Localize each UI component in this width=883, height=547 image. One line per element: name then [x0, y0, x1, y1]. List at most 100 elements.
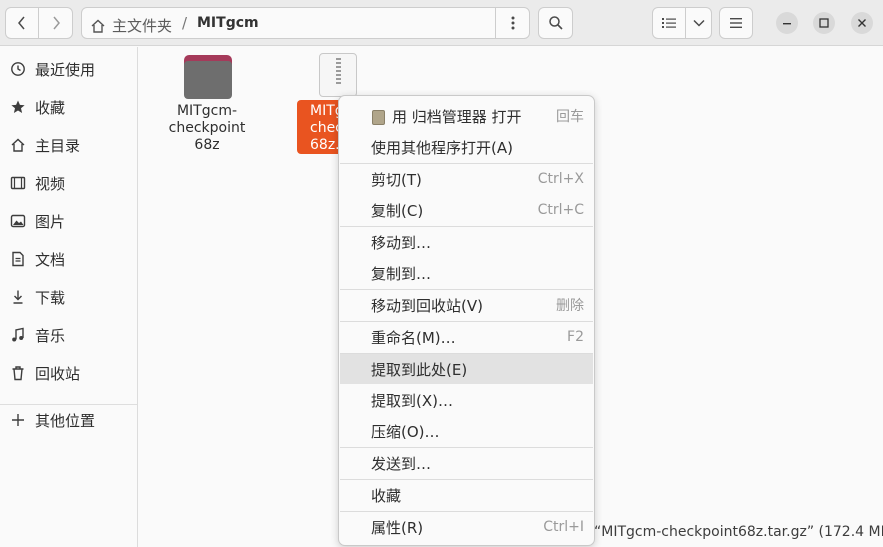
menu-item-send-to[interactable]: 发送到…: [340, 448, 593, 478]
chevron-left-icon: [18, 16, 25, 30]
menu-item-label: 属性(R): [371, 518, 424, 537]
menu-item-extract-to[interactable]: 提取到(X)…: [340, 385, 593, 415]
menu-item-accel: 回车: [556, 109, 584, 125]
sidebar-item-label: 主目录: [35, 136, 81, 155]
sidebar-item-label: 回收站: [35, 364, 81, 383]
folder-name: MITgcm- checkpoint 68z: [168, 103, 246, 153]
sidebar-item-label: 视频: [35, 174, 66, 193]
path-menu-button[interactable]: [496, 8, 530, 38]
menu-item-label: 发送到…: [371, 454, 432, 473]
forward-button[interactable]: [38, 7, 73, 39]
sidebar-item-label: 下载: [35, 288, 66, 307]
sidebar-item-label: 文档: [35, 250, 66, 269]
music-icon: [10, 327, 26, 343]
menu-item-cut[interactable]: 剪切(T) Ctrl+X: [340, 164, 593, 194]
menu-item-label: 提取到(X)…: [371, 391, 453, 410]
sidebar-item-starred[interactable]: 收藏: [0, 90, 137, 124]
menu-item-copy[interactable]: 复制(C) Ctrl+C: [340, 195, 593, 225]
download-icon: [10, 289, 26, 305]
back-button[interactable]: [5, 7, 39, 39]
sidebar-item-videos[interactable]: 视频: [0, 166, 137, 200]
chevron-down-icon: [692, 19, 705, 27]
hamburger-menu-icon: [730, 18, 742, 28]
close-button[interactable]: [851, 12, 873, 34]
sidebar: 最近使用 收藏 主目录 视频 图片 文档 下载 音乐 回收站 其他位置: [0, 47, 138, 547]
sidebar-item-home[interactable]: 主目录: [0, 128, 137, 162]
document-icon: [10, 251, 26, 267]
film-icon: [10, 175, 26, 191]
menu-item-label: 移动到…: [371, 233, 432, 252]
menu-item-compress[interactable]: 压缩(O)…: [340, 416, 593, 446]
menu-item-accel: 删除: [556, 298, 584, 314]
list-icon: [662, 18, 676, 28]
star-icon: [10, 99, 26, 115]
search-button[interactable]: [538, 7, 573, 39]
status-bar: “MITgcm-checkpoint68z.tar.gz” (172.4 MB): [590, 524, 883, 546]
maximize-button[interactable]: [813, 12, 835, 34]
menu-item-move-to-trash[interactable]: 移动到回收站(V) 删除: [340, 290, 593, 320]
menu-item-label: 收藏: [371, 486, 402, 505]
menu-item-label: 压缩(O)…: [371, 422, 440, 441]
menu-item-label: 复制(C): [371, 201, 424, 220]
chevron-right-icon: [52, 16, 60, 30]
path-separator: /: [182, 14, 188, 32]
header-bar: 主文件夹 / MITgcm: [0, 0, 883, 46]
menu-item-open-with-archive-manager[interactable]: 用 归档管理器 打开 回车: [340, 101, 593, 131]
sidebar-item-pictures[interactable]: 图片: [0, 204, 137, 238]
image-icon: [10, 213, 26, 229]
menu-item-open-with-other[interactable]: 使用其他程序打开(A): [340, 132, 593, 162]
sidebar-item-downloads[interactable]: 下载: [0, 280, 137, 314]
menu-item-label: 用 归档管理器 打开: [392, 107, 522, 126]
sidebar-item-other-locations[interactable]: 其他位置: [0, 403, 137, 437]
menu-item-accel: Ctrl+I: [543, 519, 584, 535]
menu-item-label: 移动到回收站(V): [371, 296, 483, 315]
path-home-label: 主文件夹: [112, 17, 173, 35]
menu-item-label: 重命名(M)…: [371, 328, 456, 347]
sidebar-item-documents[interactable]: 文档: [0, 242, 137, 276]
menu-item-accel: Ctrl+C: [537, 202, 584, 218]
menu-item-accel: Ctrl+X: [537, 171, 584, 187]
view-options-button[interactable]: [685, 7, 712, 39]
path-bar: 主文件夹 / MITgcm: [81, 7, 530, 39]
minimize-button[interactable]: [776, 12, 798, 34]
close-icon: [858, 19, 866, 27]
menu-item-accel: F2: [567, 329, 584, 345]
plus-icon: [10, 412, 26, 428]
archive-name-selected: MITg check 68z.t: [297, 100, 343, 154]
menu-item-properties[interactable]: 属性(R) Ctrl+I: [340, 512, 593, 542]
path-home-button[interactable]: 主文件夹: [90, 15, 172, 36]
maximize-icon: [819, 18, 829, 28]
menu-item-extract-here[interactable]: 提取到此处(E): [340, 354, 593, 384]
minimize-icon: [783, 23, 791, 25]
folder-icon: [184, 55, 232, 99]
trash-icon: [10, 365, 26, 381]
menu-item-star[interactable]: 收藏: [340, 480, 593, 510]
home-icon: [91, 19, 105, 33]
home-icon: [10, 137, 26, 153]
zipper-icon: [336, 58, 341, 84]
list-view-button[interactable]: [652, 7, 686, 39]
sidebar-item-music[interactable]: 音乐: [0, 318, 137, 352]
sidebar-item-recent[interactable]: 最近使用: [0, 52, 137, 86]
sidebar-item-label: 图片: [35, 212, 66, 231]
menu-item-label: 使用其他程序打开(A): [371, 138, 513, 157]
path-current-folder[interactable]: MITgcm: [197, 15, 259, 31]
sidebar-item-label: 收藏: [35, 98, 66, 117]
main-menu-button[interactable]: [719, 7, 753, 39]
menu-item-label: 剪切(T): [371, 170, 422, 189]
menu-item-move-to[interactable]: 移动到…: [340, 227, 593, 257]
menu-item-copy-to[interactable]: 复制到…: [340, 258, 593, 288]
sidebar-item-label: 音乐: [35, 326, 66, 345]
archive-manager-icon: [372, 110, 385, 125]
sidebar-item-label: 最近使用: [35, 60, 96, 79]
menu-item-label: 复制到…: [371, 264, 432, 283]
vertical-dots-icon: [511, 16, 515, 30]
search-icon: [548, 16, 563, 30]
menu-item-rename[interactable]: 重命名(M)… F2: [340, 322, 593, 352]
archive-icon: [319, 53, 357, 97]
sidebar-item-label: 其他位置: [35, 411, 96, 430]
menu-item-label: 提取到此处(E): [371, 360, 468, 379]
context-menu: 用 归档管理器 打开 回车 使用其他程序打开(A) 剪切(T) Ctrl+X 复…: [338, 95, 595, 546]
clock-icon: [10, 61, 26, 77]
sidebar-item-trash[interactable]: 回收站: [0, 356, 137, 390]
